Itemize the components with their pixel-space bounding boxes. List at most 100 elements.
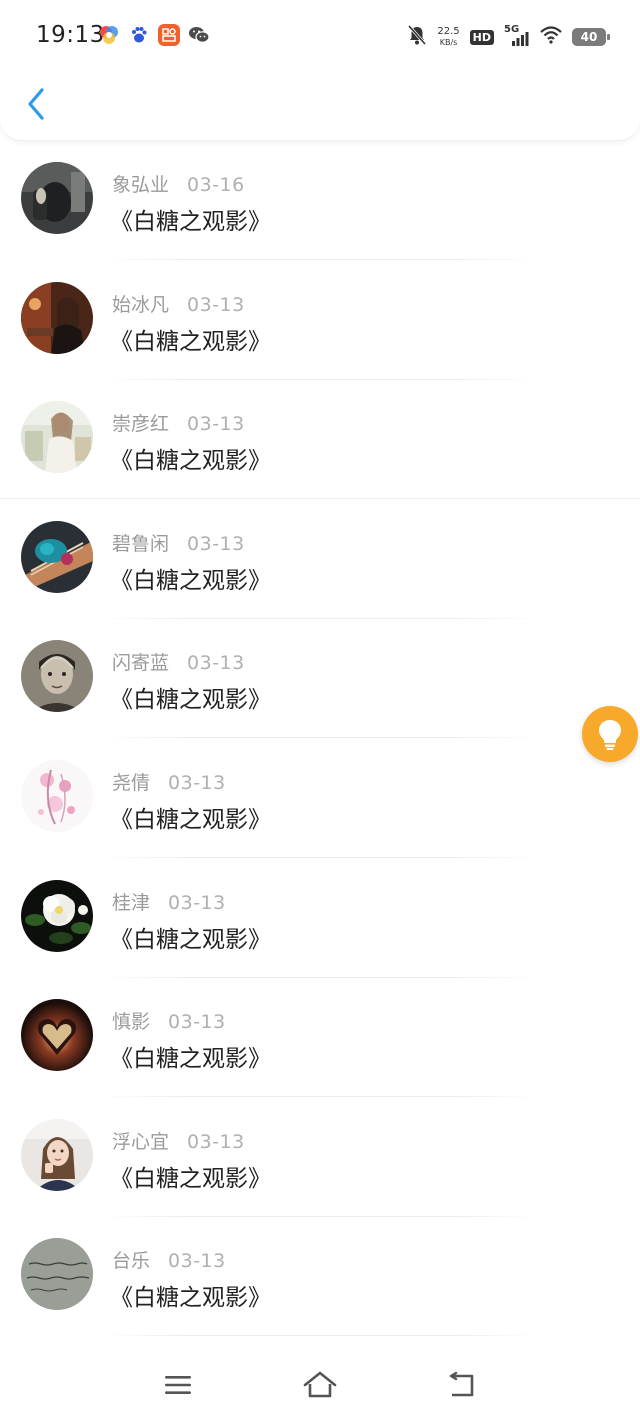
hd-icon: HD	[469, 29, 494, 45]
item-meta: 浮心宜 03-13	[112, 1127, 245, 1154]
divider	[100, 617, 540, 619]
avatar	[21, 640, 93, 713]
item-date: 03-13	[187, 1130, 245, 1153]
divider	[100, 1096, 540, 1098]
item-meta: 崇彦红 03-13	[112, 409, 245, 436]
return-button[interactable]	[442, 1367, 482, 1403]
item-date: 03-13	[168, 1011, 226, 1034]
list-item[interactable]: 浮心宜 03-13 《白糖之观影》	[0, 1099, 640, 1219]
list-item[interactable]: 台乐 03-13 《白糖之观影》	[0, 1218, 640, 1338]
net-speed: 22.5 KB/s	[437, 26, 459, 48]
net-speed-value: 22.5	[437, 26, 460, 37]
item-meta: 桂津 03-13	[112, 888, 226, 915]
author-name: 慎影	[112, 1011, 151, 1034]
divider	[100, 1335, 540, 1337]
list-item[interactable]: 碧鲁闲 03-13 《白糖之观影》	[0, 501, 640, 621]
home-button[interactable]	[300, 1367, 340, 1403]
back-button[interactable]	[18, 84, 54, 124]
home-icon	[303, 1371, 337, 1398]
net-speed-unit: KB/s	[439, 38, 458, 47]
item-date: 03-13	[168, 1250, 226, 1273]
author-name: 浮心宜	[112, 1130, 170, 1153]
divider	[100, 976, 540, 978]
author-name: 桂津	[112, 891, 151, 914]
item-list: 象弘业 03-16 《白糖之观影》 始冰凡 03-13 《白糖之观影》 崇彦红 …	[0, 142, 640, 1338]
list-item[interactable]: 桂津 03-13 《白糖之观影》	[0, 860, 640, 980]
divider	[100, 856, 540, 858]
list-item[interactable]: 闪寄蓝 03-13 《白糖之观影》	[0, 620, 640, 740]
lightbulb-button[interactable]	[582, 706, 638, 762]
orange-app-icon	[158, 24, 180, 46]
item-date: 03-13	[168, 771, 226, 794]
item-title[interactable]: 《白糖之观影》	[110, 680, 271, 714]
avatar	[21, 162, 93, 234]
page: 19:13 22.5 KB/s HD 5G 40 象弘业 03-16 《白糖之观…	[0, 0, 640, 1423]
author-name: 象弘业	[112, 174, 170, 196]
item-title[interactable]: 《白糖之观影》	[110, 561, 271, 595]
item-title[interactable]: 《白糖之观影》	[110, 1039, 271, 1073]
item-title[interactable]: 《白糖之观影》	[110, 920, 271, 954]
item-title[interactable]: 《白糖之观影》	[110, 441, 271, 475]
list-item[interactable]: 始冰凡 03-13 《白糖之观影》	[0, 262, 640, 382]
avatar	[21, 1238, 93, 1311]
item-meta: 慎影 03-13	[112, 1007, 226, 1034]
item-date: 03-13	[187, 293, 245, 316]
wifi-icon	[540, 26, 562, 48]
list-item[interactable]: 尧倩 03-13 《白糖之观影》	[0, 740, 640, 860]
item-meta: 碧鲁闲 03-13	[112, 529, 245, 556]
author-name: 崇彦红	[112, 413, 170, 436]
item-title[interactable]: 《白糖之观影》	[110, 1159, 271, 1193]
avatar	[21, 281, 93, 354]
item-title[interactable]: 《白糖之观影》	[110, 202, 271, 236]
author-name: 闪寄蓝	[112, 652, 170, 675]
item-meta: 始冰凡 03-13	[112, 290, 245, 317]
avatar	[21, 759, 93, 832]
colorful-app-icon	[98, 24, 120, 46]
divider	[100, 259, 540, 260]
mute-bell-icon	[407, 24, 427, 50]
bottom-navigation-bar	[0, 1345, 640, 1423]
author-name: 台乐	[112, 1250, 151, 1273]
section-divider	[0, 498, 640, 499]
list-item[interactable]: 崇彦红 03-13 《白糖之观影》	[0, 381, 640, 501]
avatar	[21, 401, 93, 474]
author-name: 碧鲁闲	[112, 532, 170, 555]
baidu-paw-icon	[128, 24, 150, 46]
menu-button[interactable]	[158, 1367, 198, 1403]
divider	[100, 737, 540, 739]
item-date: 03-13	[187, 652, 245, 675]
author-name: 尧倩	[112, 771, 151, 794]
status-indicators: 22.5 KB/s HD 5G 40	[407, 24, 610, 50]
battery-icon: 40	[572, 28, 610, 46]
signal-icon: 5G	[504, 24, 530, 47]
avatar	[21, 1118, 93, 1191]
item-meta: 象弘业 03-16	[112, 170, 245, 197]
item-date: 03-13	[187, 413, 245, 436]
notification-app-icons	[98, 24, 210, 46]
avatar	[21, 520, 93, 593]
item-date: 03-13	[168, 891, 226, 914]
wechat-icon	[188, 24, 210, 46]
item-meta: 尧倩 03-13	[112, 768, 226, 795]
item-title[interactable]: 《白糖之观影》	[110, 1278, 271, 1312]
return-icon	[449, 1372, 474, 1397]
item-date: 03-13	[187, 532, 245, 555]
item-date: 03-16	[187, 174, 245, 196]
divider	[100, 378, 540, 380]
lightbulb-icon	[599, 720, 621, 750]
chevron-left-icon	[28, 88, 44, 120]
list-item[interactable]: 慎影 03-13 《白糖之观影》	[0, 979, 640, 1099]
list-item[interactable]: 象弘业 03-16 《白糖之观影》	[0, 142, 640, 262]
item-title[interactable]: 《白糖之观影》	[110, 800, 271, 834]
author-name: 始冰凡	[112, 293, 170, 316]
avatar	[21, 879, 93, 952]
item-title[interactable]: 《白糖之观影》	[110, 322, 271, 356]
menu-icon	[165, 1376, 191, 1394]
battery-level: 40	[580, 30, 598, 44]
avatar	[21, 999, 93, 1072]
divider	[100, 1215, 540, 1217]
header-card: 19:13 22.5 KB/s HD 5G 40	[0, 0, 640, 141]
status-time: 19:13	[36, 22, 105, 48]
item-meta: 台乐 03-13	[112, 1246, 226, 1273]
status-bar: 19:13 22.5 KB/s HD 5G 40	[0, 0, 640, 72]
